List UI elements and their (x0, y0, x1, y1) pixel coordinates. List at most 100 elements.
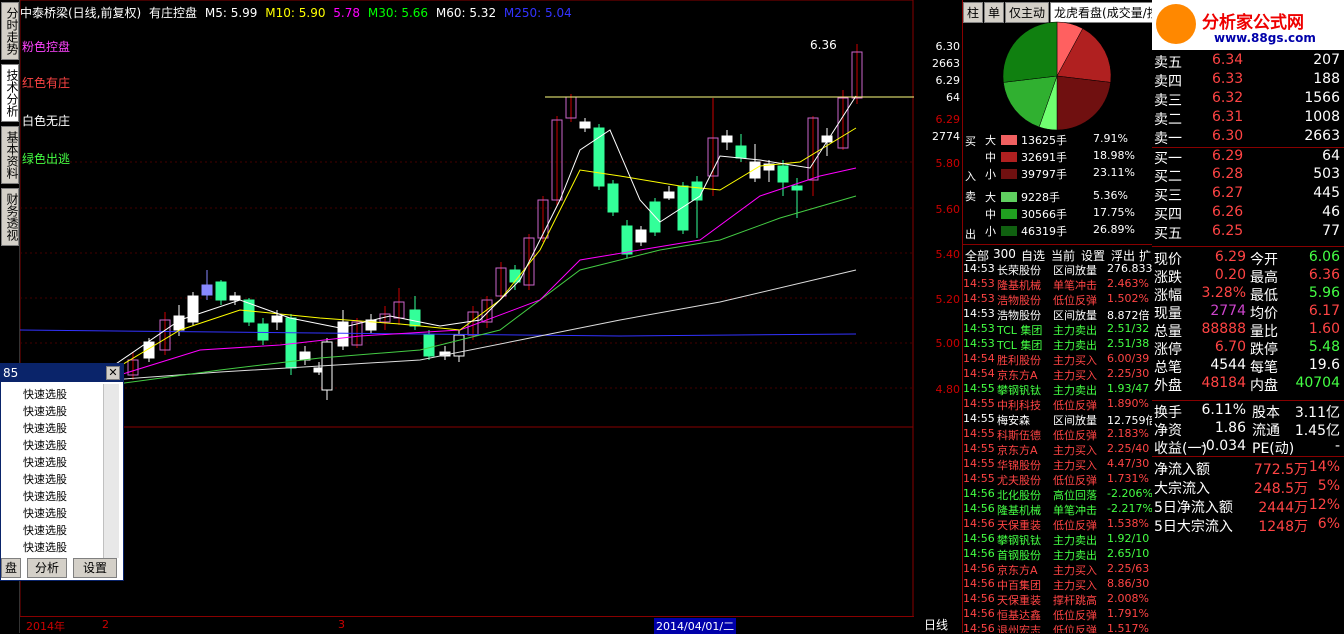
list-item[interactable]: 14:56 中百集团 主力买入 8.86/30 (963, 577, 1153, 592)
popup-list-item[interactable]: 快速选股 (23, 522, 67, 538)
alert-action: 单笔冲击 (1053, 504, 1097, 517)
tick-480: 4.80 (935, 383, 961, 396)
close-icon[interactable]: ✕ (106, 366, 120, 380)
stat-label: 量比 (1250, 324, 1278, 340)
orderbook-row: 卖四 6.33 188 (1152, 71, 1344, 90)
list-item[interactable]: 14:56 天保重装 低位反弹 1.538% (963, 517, 1153, 532)
list-item[interactable]: 14:56 北化股份 高位回落 -2.206% (963, 487, 1153, 502)
label-white: 白色无庄 (22, 114, 71, 128)
brand-banner: 分析家公式网 www.88gs.com (1152, 0, 1344, 50)
list-item[interactable]: 14:56 首钢股份 主力卖出 2.65/10 (963, 547, 1153, 562)
chart-title: 中泰桥梁(日线,前复权) 有庄控盘 M5: 5.99 M10: 5.90 5.7… (20, 4, 576, 20)
ma60-label: M60: 5.32 (435, 6, 497, 20)
list-item[interactable]: 14:53 长荣股份 区间放量 276.833 (963, 262, 1153, 277)
flow-bar (1001, 226, 1017, 236)
fin-value: 1.86 (1214, 420, 1246, 436)
popup-button-settings[interactable]: 设置 (73, 558, 117, 578)
buy-label: 买 (965, 135, 976, 148)
alert-stock: 长荣股份 (997, 264, 1041, 277)
tab-bar[interactable]: 柱 (963, 2, 984, 23)
stat-value: 6.06 (1308, 249, 1340, 265)
list-item[interactable]: 14:56 退州宏志 低位反弹 1.517% (963, 622, 1153, 633)
alert-stock: 浩物股份 (997, 294, 1041, 307)
alert-stock: TCL 集团 (997, 339, 1043, 352)
popup-list-item[interactable]: 快速选股 (23, 505, 67, 521)
popup-list-item[interactable]: 快速选股 (23, 420, 67, 436)
alert-list[interactable]: 14:53 长荣股份 区间放量 276.833 14:53 隆基机械 单笔冲击 2… (963, 262, 1153, 633)
ob-volume: 188 (1313, 71, 1340, 87)
flow-size: 中 (985, 151, 996, 164)
tab-fundamentals[interactable]: 基本资料 (1, 126, 19, 184)
label-pink: 粉色控盘 (22, 40, 71, 54)
flow-volume: 9228手 (1021, 191, 1060, 204)
order-book: 卖五 6.34 207 卖四 6.33 188 卖三 6.32 1566 卖二 6.3… (1152, 52, 1344, 242)
quick-select-popup[interactable]: 85 ✕ 快速选股 快速选股 快速选股 快速选股 快速选股 快速选股 快速选股 快速选股 快速选… (0, 363, 124, 581)
stat-value: 5.48 (1308, 339, 1340, 355)
flow-row: 小 46319手 26.89% (963, 223, 1153, 240)
flow-volume: 46319手 (1021, 225, 1067, 238)
list-item[interactable]: 14:56 恒基达鑫 低位反弹 1.791% (963, 607, 1153, 622)
ob-price: 6.34 (1212, 52, 1244, 68)
popup-list-item[interactable]: 快速选股 (23, 437, 67, 453)
popup-list-item[interactable]: 快速选股 (23, 403, 67, 419)
popup-title[interactable]: 85 (1, 364, 123, 382)
flow-label: 5日大宗流入 (1154, 519, 1233, 535)
list-item[interactable]: 14:53 TCL 集团 主力卖出 2.51/32 (963, 322, 1153, 337)
list-item[interactable]: 14:53 TCL 集团 主力卖出 2.51/38 (963, 337, 1153, 352)
list-item[interactable]: 14:55 科斯伍德 低位反弹 2.183% (963, 427, 1153, 442)
fin-value: -0.034 (1200, 438, 1246, 454)
flow-volume: 39797手 (1021, 168, 1067, 181)
list-item[interactable]: 14:55 梅安森 区间放量 12.759倍 (963, 412, 1153, 427)
flow-row: 大 13625手 7.91% (963, 132, 1153, 149)
alert-value: 8.86/30 (1107, 577, 1150, 590)
list-item[interactable]: 14:55 华锦股份 主力买入 4.47/30 (963, 457, 1153, 472)
popup-list-item[interactable]: 快速选股 (23, 386, 67, 402)
list-item[interactable]: 14:55 京东方A 主力买入 2.25/40 (963, 442, 1153, 457)
tab-intraday[interactable]: 分时走势 (1, 2, 19, 60)
flow-amount: 2444万 (1258, 500, 1308, 516)
stat-row: 涨停 6.70 跌停 5.48 (1152, 339, 1344, 358)
list-item[interactable]: 14:53 隆基机械 单笔冲击 2.463% (963, 277, 1153, 292)
ob-label: 买四 (1154, 207, 1182, 223)
flow-volume: 30566手 (1021, 208, 1067, 221)
list-item[interactable]: 14:55 攀钢钒钛 主力卖出 1.93/47 (963, 382, 1153, 397)
fin-label: 股本 (1252, 405, 1280, 421)
popup-list-item[interactable]: 快速选股 (23, 471, 67, 487)
popup-list-item[interactable]: 快速选股 (23, 539, 67, 555)
list-item[interactable]: 14:56 天保重装 撑杆跳高 2.008% (963, 592, 1153, 607)
tick-500: 5.00 (935, 337, 961, 350)
popup-button-disk[interactable]: 盘 (1, 558, 21, 578)
flow-percent: 5.36% (1093, 189, 1128, 202)
popup-list-item[interactable]: 快速选股 (23, 454, 67, 470)
fin-label: 净资 (1154, 423, 1182, 439)
list-item[interactable]: 14:55 中利科技 低位反弹 1.890% (963, 397, 1153, 412)
list-tab[interactable]: 300 (993, 247, 1016, 261)
fin-label: PE(动) (1252, 441, 1295, 457)
capital-flow-row: 5日大宗流入 1248万 6% (1152, 516, 1344, 535)
date-mar: 3 (338, 618, 345, 631)
list-item[interactable]: 14:56 京东方A 主力买入 2.25/63 (963, 562, 1153, 577)
list-item[interactable]: 14:53 浩物股份 低位反弹 1.502% (963, 292, 1153, 307)
flow-label: 净流入额 (1154, 462, 1210, 478)
period-label[interactable]: 日线 (924, 616, 948, 633)
list-item[interactable]: 14:56 隆基机械 单笔冲击 -2.217% (963, 502, 1153, 517)
popup-button-analyze[interactable]: 分析 (27, 558, 67, 578)
flow-percent: 26.89% (1093, 223, 1135, 236)
ob-volume: 445 (1313, 185, 1340, 201)
tab-technical[interactable]: 技术分析 (1, 64, 19, 122)
stat-label: 均价 (1250, 306, 1278, 322)
list-item[interactable]: 14:53 浩物股份 区间放量 8.872倍 (963, 307, 1153, 322)
alert-action: 低位反弹 (1053, 474, 1097, 487)
alert-action: 主力卖出 (1053, 324, 1097, 337)
stat-value: 48184 (1201, 375, 1246, 391)
popup-scrollbar[interactable] (103, 384, 119, 558)
list-item[interactable]: 14:56 攀钢钒钛 主力卖出 1.92/10 (963, 532, 1153, 547)
stat-row: 涨幅 3.28% 最低 5.96 (1152, 285, 1344, 304)
stats-table: 现价 6.29 今开 6.06 涨跌 0.20 最高 6.36 涨幅 3.28% 最… (1152, 246, 1344, 396)
tab-financials[interactable]: 财务透视 (1, 188, 19, 246)
kline-chart[interactable]: 中泰桥梁(日线,前复权) 有庄控盘 M5: 5.99 M10: 5.90 5.7… (20, 0, 914, 634)
list-item[interactable]: 14:55 尤夫股份 低位反弹 1.731% (963, 472, 1153, 487)
popup-list-item[interactable]: 快速选股 (23, 488, 67, 504)
list-item[interactable]: 14:54 胜利股份 主力买入 6.00/39 (963, 352, 1153, 367)
list-item[interactable]: 14:54 京东方A 主力买入 2.25/30 (963, 367, 1153, 382)
